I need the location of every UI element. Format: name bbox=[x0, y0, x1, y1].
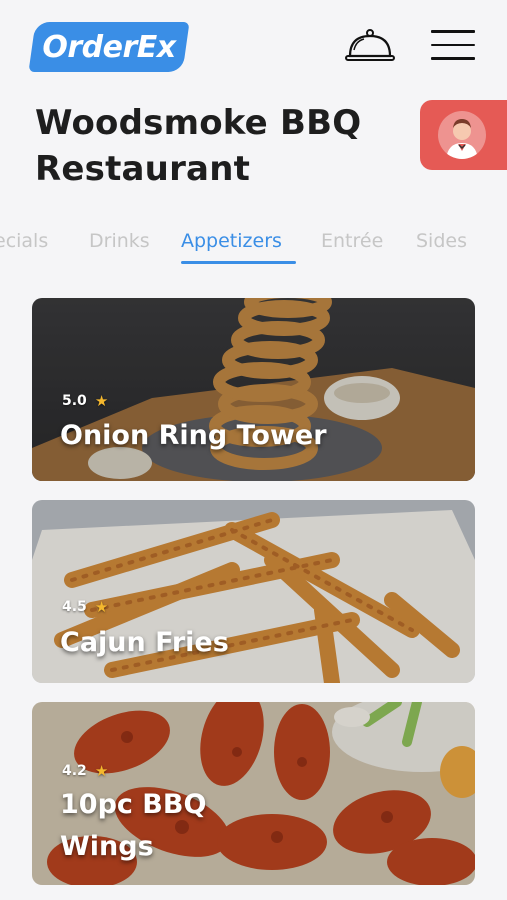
menu-item-card-bbq-wings[interactable]: 4.2 ★ 10pc BBQ Wings bbox=[32, 702, 475, 885]
restaurant-name-line2: Restaurant bbox=[35, 149, 251, 189]
rating-value: 4.2 bbox=[62, 763, 87, 779]
active-tab-indicator bbox=[181, 261, 296, 264]
rating: 4.2 ★ bbox=[62, 762, 108, 780]
rating: 5.0 ★ bbox=[62, 392, 108, 410]
brand-logo[interactable]: OrderEx bbox=[28, 22, 190, 72]
app-header: OrderEx bbox=[0, 0, 507, 95]
star-icon: ★ bbox=[94, 392, 109, 410]
item-name: Cajun Fries bbox=[60, 627, 229, 658]
item-name-line1: 10pc BBQ bbox=[60, 789, 207, 820]
hamburger-menu-icon[interactable] bbox=[431, 30, 475, 64]
star-icon: ★ bbox=[94, 598, 109, 616]
item-name: 10pc BBQ Wings bbox=[60, 784, 360, 868]
tab-sides[interactable]: Sides bbox=[416, 230, 467, 252]
restaurant-name-line1: Woodsmoke BBQ bbox=[35, 103, 362, 143]
profile-button[interactable] bbox=[420, 100, 507, 170]
logo-text: OrderEx bbox=[42, 29, 176, 65]
rating-value: 4.5 bbox=[62, 599, 87, 615]
service-bell-icon[interactable] bbox=[344, 28, 396, 64]
rating-value: 5.0 bbox=[62, 393, 87, 409]
tab-drinks[interactable]: Drinks bbox=[89, 230, 150, 252]
item-name: Onion Ring Tower bbox=[60, 420, 327, 451]
tab-specials[interactable]: ecials bbox=[0, 230, 48, 252]
item-name-line2: Wings bbox=[60, 831, 154, 862]
tab-entree[interactable]: Entrée bbox=[321, 230, 383, 252]
waiter-avatar-icon bbox=[438, 111, 486, 159]
star-icon: ★ bbox=[94, 762, 109, 780]
tab-appetizers[interactable]: Appetizers bbox=[181, 230, 282, 252]
rating: 4.5 ★ bbox=[62, 598, 108, 616]
menu-item-card-cajun-fries[interactable]: 4.5 ★ Cajun Fries bbox=[32, 500, 475, 683]
menu-item-card-onion-ring-tower[interactable]: 5.0 ★ Onion Ring Tower bbox=[32, 298, 475, 481]
restaurant-name: Woodsmoke BBQ Restaurant bbox=[35, 100, 415, 192]
category-tabs: ecials Drinks Appetizers Entrée Sides bbox=[0, 228, 507, 268]
